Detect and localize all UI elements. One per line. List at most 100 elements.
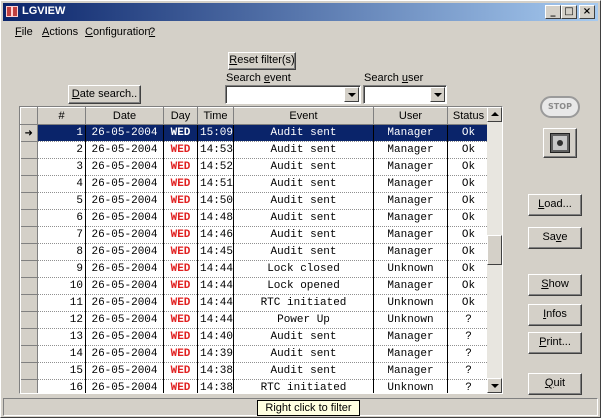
scrollbar-thumb[interactable] <box>487 235 502 265</box>
column-header-day[interactable]: Day <box>163 107 198 125</box>
cell-status: ? <box>447 362 490 380</box>
date-search-button[interactable]: Date search.. <box>68 85 141 104</box>
reset-filters-button[interactable]: Reset filter(s) <box>228 52 296 70</box>
row-selector[interactable] <box>20 158 38 176</box>
table-row[interactable]: 16 26-05-2004 WED 14:38 RTC initiated Unknown… <box>20 379 490 393</box>
column-header-event[interactable]: Event <box>233 107 374 125</box>
table-row[interactable]: 8 26-05-2004 WED 14:45 Audit sent Manager Ok <box>20 243 490 261</box>
chevron-down-icon[interactable] <box>344 87 359 102</box>
column-header-time[interactable]: Time <box>197 107 234 125</box>
table-row[interactable]: 15 26-05-2004 WED 14:38 Audit sent Manager? <box>20 362 490 380</box>
cell-day: WED <box>163 243 198 261</box>
table-row[interactable]: 13 26-05-2004 WED 14:40 Audit sent Manager? <box>20 328 490 346</box>
maximize-button[interactable]: □ <box>561 5 577 19</box>
cell-number: 3 <box>37 158 86 176</box>
search-event-dropdown[interactable] <box>225 85 361 104</box>
column-header-date[interactable]: Date <box>85 107 164 125</box>
cell-number: 8 <box>37 243 86 261</box>
row-selector[interactable] <box>20 260 38 278</box>
menu-actions[interactable]: Actions <box>42 26 78 38</box>
cell-status: ? <box>447 311 490 329</box>
chevron-down-icon[interactable] <box>430 87 445 102</box>
cell-status: ? <box>447 328 490 346</box>
menu-help[interactable]: ? <box>149 26 155 38</box>
app-icon <box>6 6 18 17</box>
search-user-dropdown[interactable] <box>363 85 447 104</box>
table-row[interactable]: 12 26-05-2004 WED 14:44 Power Up Unknown? <box>20 311 490 329</box>
table-row[interactable]: 5 26-05-2004 WED 14:50 Audit sent Manager Ok <box>20 192 490 210</box>
print-button[interactable]: Print... <box>528 332 582 354</box>
column-header-status[interactable]: Status <box>447 107 490 125</box>
cell-day: WED <box>163 226 198 244</box>
column-header-user[interactable]: User <box>373 107 448 125</box>
stop-icon[interactable]: STOP <box>540 96 580 118</box>
quit-button[interactable]: Quit <box>528 373 582 395</box>
close-button[interactable]: × <box>579 5 595 19</box>
row-selector[interactable] <box>20 345 38 363</box>
row-selector[interactable] <box>20 311 38 329</box>
scroll-up-arrow-icon[interactable] <box>487 107 502 122</box>
show-button[interactable]: Show <box>528 274 582 296</box>
table-row[interactable]: 2 26-05-2004 WED 14:53 Audit sent Manager Ok <box>20 141 490 159</box>
cell-event: Audit sent <box>233 209 374 227</box>
table-row[interactable]: 7 26-05-2004 WED 14:46 Audit sent Manager Ok <box>20 226 490 244</box>
cell-time: 14:44 <box>197 277 234 295</box>
cell-event: Audit sent <box>233 226 374 244</box>
cell-day: WED <box>163 362 198 380</box>
cell-event: Power Up <box>233 311 374 329</box>
table-body: ➜ 1 26-05-2004 WED 15:09 Audit sent Manager Ok 2… <box>20 124 490 393</box>
load-button[interactable]: Load... <box>528 194 582 216</box>
row-selector[interactable] <box>20 362 38 380</box>
cell-number: 15 <box>37 362 86 380</box>
cell-number: 5 <box>37 192 86 210</box>
vertical-scrollbar[interactable] <box>487 107 502 393</box>
cell-status: ? <box>447 345 490 363</box>
table-row[interactable]: 3 26-05-2004 WED 14:52 Audit sent Manager Ok <box>20 158 490 176</box>
table-row[interactable]: 4 26-05-2004 WED 14:51 Audit sent Manager Ok <box>20 175 490 193</box>
row-selector[interactable] <box>20 294 38 312</box>
table-row[interactable]: 9 26-05-2004 WED 14:44 Lock closed Unknown Ok <box>20 260 490 278</box>
cell-day: WED <box>163 192 198 210</box>
cell-status: Ok <box>447 294 490 312</box>
cell-status: Ok <box>447 158 490 176</box>
infos-button[interactable]: Infos <box>528 304 582 326</box>
minimize-button[interactable]: _ <box>545 5 561 19</box>
row-selector[interactable] <box>20 243 38 261</box>
cell-number: 14 <box>37 345 86 363</box>
row-selector[interactable] <box>20 209 38 227</box>
cell-user: Manager <box>373 175 448 193</box>
row-selector[interactable] <box>20 328 38 346</box>
row-selector[interactable] <box>20 175 38 193</box>
cell-event: Audit sent <box>233 158 374 176</box>
table-row[interactable]: 14 26-05-2004 WED 14:39 Audit sent Manager? <box>20 345 490 363</box>
row-selector[interactable] <box>20 277 38 295</box>
current-row-arrow-icon[interactable]: ➜ <box>20 124 38 142</box>
menu-file[interactable]: File <box>15 26 33 38</box>
table-row[interactable]: 6 26-05-2004 WED 14:48 Audit sent Manager Ok <box>20 209 490 227</box>
column-header-number[interactable]: # <box>37 107 86 125</box>
cell-status: Ok <box>447 209 490 227</box>
event-grid[interactable]: # Date Day Time Event User Status ➜ 1 26-0… <box>19 106 503 394</box>
menu-configuration[interactable]: Configuration <box>85 26 150 38</box>
cell-time: 14:51 <box>197 175 234 193</box>
save-button[interactable]: Save <box>528 227 582 249</box>
title-bar[interactable]: LGVIEW _ □ × <box>3 3 598 21</box>
row-selector[interactable] <box>20 141 38 159</box>
column-header-selector[interactable] <box>20 107 38 125</box>
scroll-down-arrow-icon[interactable] <box>487 378 502 393</box>
cell-event: Audit sent <box>233 243 374 261</box>
row-selector[interactable] <box>20 192 38 210</box>
row-selector[interactable] <box>20 226 38 244</box>
cell-day: WED <box>163 294 198 312</box>
search-user-label: Search user <box>364 72 424 84</box>
cell-event: RTC initiated <box>233 294 374 312</box>
cell-day: WED <box>163 158 198 176</box>
table-row[interactable]: 10 26-05-2004 WED 14:44 Lock opened Manager Ok <box>20 277 490 295</box>
cell-time: 14:38 <box>197 379 234 393</box>
cell-user: Manager <box>373 141 448 159</box>
cell-time: 15:09 <box>197 124 234 142</box>
row-selector[interactable] <box>20 379 38 393</box>
table-row[interactable]: 11 26-05-2004 WED 14:44 RTC initiated Unknown… <box>20 294 490 312</box>
safe-button[interactable] <box>543 128 577 158</box>
table-row[interactable]: ➜ 1 26-05-2004 WED 15:09 Audit sent Manager Ok <box>20 124 490 142</box>
